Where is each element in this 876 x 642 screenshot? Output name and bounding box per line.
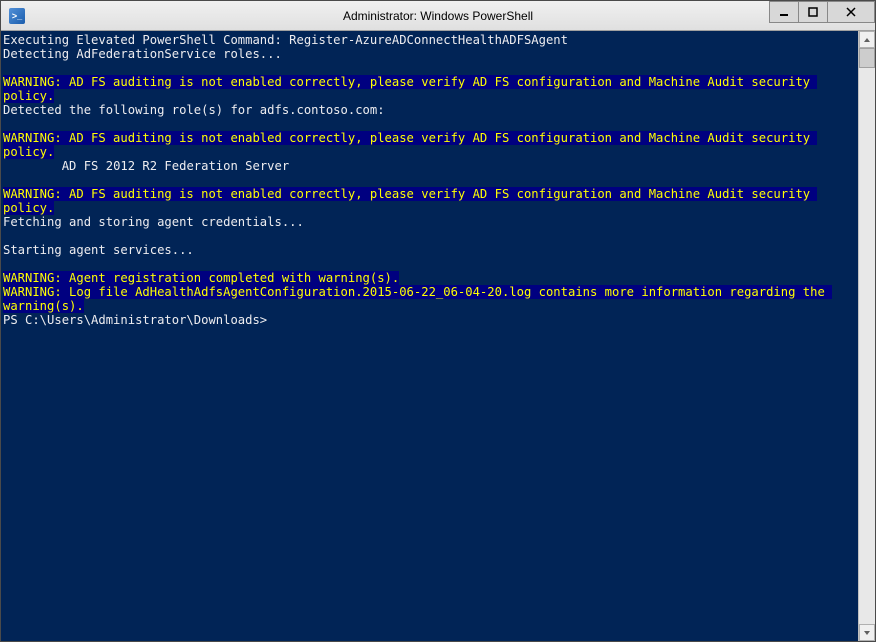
vertical-scrollbar[interactable] [858,31,875,641]
scroll-track[interactable] [859,48,875,624]
console-line: Starting agent services... [3,243,858,257]
console-line: WARNING: AD FS auditing is not enabled c… [3,131,858,159]
close-button[interactable] [827,1,875,23]
scroll-up-button[interactable] [859,31,875,48]
console-line [3,61,858,75]
titlebar[interactable]: >_ Administrator: Windows PowerShell [1,1,875,31]
maximize-button[interactable] [798,1,828,23]
console-line: Fetching and storing agent credentials..… [3,215,858,229]
scroll-thumb[interactable] [859,48,875,68]
console-output[interactable]: Executing Elevated PowerShell Command: R… [1,31,858,641]
console-line [3,229,858,243]
console-area: Executing Elevated PowerShell Command: R… [1,31,875,641]
console-line: Detecting AdFederationService roles... [3,47,858,61]
window-title: Administrator: Windows PowerShell [1,9,875,23]
console-line [3,173,858,187]
powershell-icon: >_ [9,8,25,24]
console-line: WARNING: AD FS auditing is not enabled c… [3,75,858,103]
console-line: PS C:\Users\Administrator\Downloads> [3,313,858,327]
powershell-window: >_ Administrator: Windows PowerShell Exe… [0,0,876,642]
console-line: WARNING: Agent registration completed wi… [3,271,858,285]
console-line: Executing Elevated PowerShell Command: R… [3,33,858,47]
minimize-button[interactable] [769,1,799,23]
console-line: Detected the following role(s) for adfs.… [3,103,858,117]
console-line: WARNING: AD FS auditing is not enabled c… [3,187,858,215]
console-line: warning(s). [3,299,858,313]
console-line [3,257,858,271]
window-controls [770,1,875,23]
console-line: AD FS 2012 R2 Federation Server [3,159,858,173]
console-line: WARNING: Log file AdHealthAdfsAgentConfi… [3,285,858,299]
console-line [3,117,858,131]
scroll-down-button[interactable] [859,624,875,641]
